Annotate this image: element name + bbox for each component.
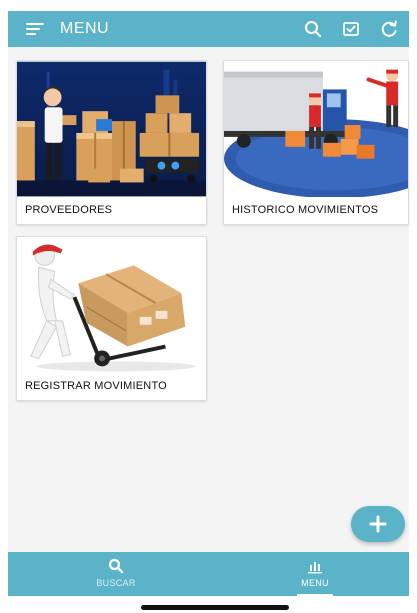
historico-illustration	[224, 61, 408, 197]
card-proveedores[interactable]: PROVEEDORES	[16, 60, 207, 225]
menu-button[interactable]	[26, 22, 44, 36]
refresh-icon	[381, 20, 397, 37]
plus-icon	[369, 515, 387, 533]
nav-label: BUSCAR	[96, 578, 136, 588]
card-label: HISTORICO MOVIMIENTOS	[232, 204, 379, 216]
card-historico-movimientos[interactable]: HISTORICO MOVIMIENTOS	[223, 60, 409, 225]
page-title: MENU	[60, 20, 110, 37]
bottom-navigation: BUSCAR MENU	[8, 552, 409, 596]
search-icon	[108, 558, 124, 574]
registrar-illustration	[17, 237, 206, 373]
menu-icon	[26, 22, 44, 36]
proveedores-illustration	[17, 61, 206, 197]
card-label: PROVEEDORES	[25, 204, 113, 216]
nav-item-buscar[interactable]: BUSCAR	[56, 552, 176, 596]
top-app-bar: MENU	[8, 11, 409, 47]
refresh-button[interactable]	[379, 19, 399, 39]
add-button[interactable]	[351, 506, 405, 542]
home-indicator[interactable]	[141, 605, 289, 610]
toolbar-actions	[303, 19, 399, 39]
search-icon	[305, 21, 321, 37]
card-registrar-movimiento[interactable]: REGISTRAR MOVIMIENTO	[16, 236, 207, 401]
nav-item-menu[interactable]: MENU	[255, 552, 375, 596]
card-label: REGISTRAR MOVIMIENTO	[25, 380, 167, 392]
checkbox-icon	[343, 22, 359, 36]
search-button[interactable]	[303, 19, 323, 39]
active-tab-indicator	[297, 594, 333, 596]
nav-label: MENU	[301, 578, 329, 588]
select-button[interactable]	[341, 19, 361, 39]
menu-grid: PROVEEDORES HISTORICO MOVIMIENTOS REGIST…	[8, 47, 409, 552]
bar-chart-icon	[308, 562, 322, 574]
app-screen: MENU PROVEEDORES HISTORICO MOVIMIENTOS R…	[0, 0, 417, 613]
